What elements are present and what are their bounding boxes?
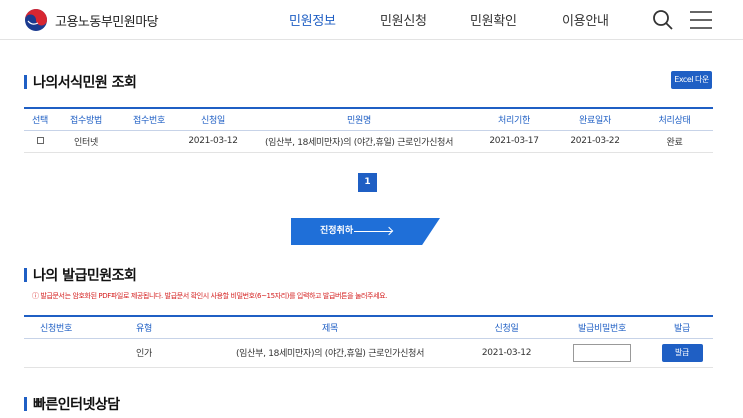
column-header: 신청일: [460, 315, 553, 339]
nav-item-civil-apply[interactable]: 민원신청: [380, 10, 427, 29]
nav-item-civil-info[interactable]: 민원정보: [289, 10, 336, 29]
my-forms-table: 선택 접수방법 접수번호 신청일 민원명 처리기한 완료일자 처리상태 인터넷 …: [24, 107, 713, 153]
nav-item-guide[interactable]: 이용안내: [562, 10, 609, 29]
subject-cell: (임산부, 18세미만자)의 (야간,휴일) 근로인가신청서: [200, 338, 460, 368]
site-header: 고용노동부민원마당 민원정보 민원신청 민원확인 이용안내: [0, 0, 743, 40]
receipt-no-cell: [116, 130, 182, 153]
column-header: 신청번호: [24, 315, 88, 339]
type-cell: 인가: [88, 338, 200, 368]
withdraw-button-label: 진정취하: [320, 226, 354, 236]
method-cell: 인터넷: [56, 130, 116, 153]
title-bar: [24, 75, 27, 89]
table-row: 인터넷 2021-03-12 (임산부, 18세미만자)의 (야간,휴일) 근로…: [24, 130, 713, 153]
issue-notice: ⓘ 발급문서는 암호화된 PDF파일로 제공됩니다. 발급문서 확인시 사용할 …: [32, 292, 387, 300]
page-button-current[interactable]: 1: [358, 173, 377, 192]
nav-item-civil-check[interactable]: 민원확인: [470, 10, 517, 29]
section-title-my-issues: 나의 발급민원조회: [24, 265, 137, 285]
table-header-row: 신청번호 유형 제목 신청일 발급비밀번호 발급: [24, 315, 713, 339]
title-bar: [24, 268, 27, 282]
menu-icon[interactable]: [689, 8, 713, 32]
column-header: 접수번호: [116, 107, 182, 131]
table-row: 인가 (임산부, 18세미만자)의 (야간,휴일) 근로인가신청서 2021-0…: [24, 338, 713, 368]
apply-date-cell: 2021-03-12: [460, 338, 553, 368]
issue-cell: 발급: [651, 338, 713, 368]
title-bar: [24, 397, 27, 411]
column-header: 민원명: [244, 107, 474, 131]
select-cell: [24, 130, 56, 153]
logo-text: 고용노동부민원마당: [55, 14, 159, 30]
column-header: 발급: [651, 315, 713, 339]
done-date-cell: 2021-03-22: [554, 130, 636, 153]
apply-date-cell: 2021-03-12: [182, 130, 244, 153]
section-title-text: 나의 발급민원조회: [33, 268, 137, 284]
apply-no-cell: [24, 338, 88, 368]
row-checkbox[interactable]: [36, 137, 44, 144]
deadline-cell: 2021-03-17: [474, 130, 554, 153]
status-cell: 완료: [636, 130, 713, 153]
table-header-row: 선택 접수방법 접수번호 신청일 민원명 처리기한 완료일자 처리상태: [24, 107, 713, 131]
excel-download-button[interactable]: Excel 다운: [671, 71, 712, 89]
withdraw-petition-button[interactable]: 진정취하: [291, 218, 440, 245]
column-header: 유형: [88, 315, 200, 339]
section-title-my-forms: 나의서식민원 조회: [24, 72, 137, 92]
section-title-text: 빠른인터넷상담: [33, 397, 120, 413]
column-header: 처리기한: [474, 107, 554, 131]
issue-password-input[interactable]: [573, 343, 631, 362]
column-header: 처리상태: [636, 107, 713, 131]
my-issues-table: 신청번호 유형 제목 신청일 발급비밀번호 발급 인가 (임산부, 18세미만자…: [24, 315, 713, 368]
column-header: 접수방법: [56, 107, 116, 131]
column-header: 발급비밀번호: [553, 315, 651, 339]
section-title-quick-consult: 빠른인터넷상담: [24, 394, 120, 414]
column-header: 선택: [24, 107, 56, 131]
column-header: 완료일자: [554, 107, 636, 131]
column-header: 제목: [200, 315, 460, 339]
column-header: 신청일: [182, 107, 244, 131]
site-logo[interactable]: 고용노동부민원마당: [24, 6, 159, 34]
arrow-right-icon: [354, 231, 392, 232]
taegeuk-logo-icon: [25, 9, 47, 31]
civil-name-cell[interactable]: (임산부, 18세미만자)의 (야간,휴일) 근로인가신청서: [244, 130, 474, 153]
search-icon[interactable]: [651, 8, 675, 32]
password-cell: [553, 338, 651, 368]
section-title-text: 나의서식민원 조회: [33, 75, 137, 91]
issue-button[interactable]: 발급: [661, 343, 703, 362]
